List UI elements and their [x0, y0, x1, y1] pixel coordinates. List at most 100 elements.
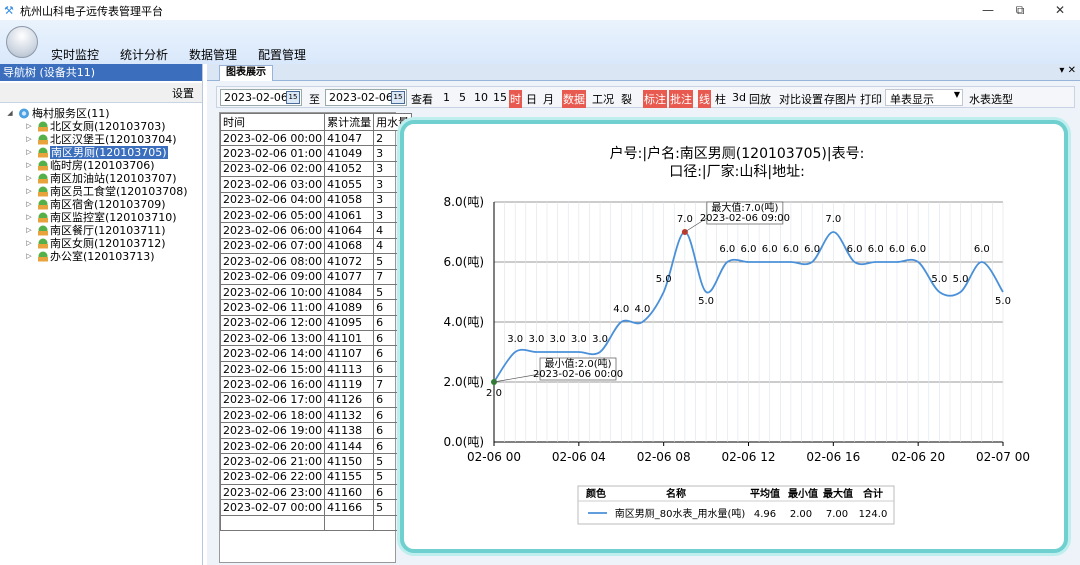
expand-arrow-icon[interactable]: ▷	[24, 120, 34, 133]
app-menu-orb-icon[interactable]	[6, 26, 38, 58]
table-cell: 2023-02-06 10:00	[219, 283, 326, 301]
legend-value: 南区男厕_80水表_用水量(吨)	[615, 507, 746, 520]
table-row[interactable]: 2023-02-06 04:00 41058 3	[219, 191, 413, 208]
table-cell: 2023-02-06 21:00	[219, 453, 326, 470]
menu-data-management[interactable]: 数据管理	[189, 46, 237, 63]
table-row[interactable]: 2023-02-07 00:00 41166 5	[219, 499, 413, 516]
table-row[interactable]: 2023-02-06 07:00 41068 4	[219, 237, 413, 255]
table-cell: 2023-02-06 11:00	[219, 299, 326, 316]
annotate-button[interactable]: 批注	[669, 90, 693, 108]
column-header[interactable]: 累计流量	[324, 113, 375, 131]
tree-item-device[interactable]: ▷ 南区男厕(120103705)	[0, 146, 202, 159]
condition-button[interactable]: 工况	[592, 91, 614, 107]
table-row[interactable]: 2023-02-06 06:00 41064 4	[219, 222, 413, 239]
table-row[interactable]: 2023-02-06 10:00 41084 5	[219, 283, 413, 301]
expand-arrow-icon[interactable]: ▷	[24, 133, 34, 146]
table-row[interactable]: 2023-02-06 14:00 41107 6	[219, 345, 413, 362]
table-row[interactable]: 2023-02-06 00:00 41047 2	[219, 129, 413, 147]
tree-item-device[interactable]: ▷ 南区加油站(120103707)	[0, 172, 202, 185]
annotation-line2: 2023-02-06 00:00	[533, 369, 623, 380]
interval-5-button[interactable]: 5	[459, 91, 466, 104]
table-row[interactable]: 2023-02-06 09:00 41077 7	[219, 268, 413, 285]
tree-item-device[interactable]: ▷ 南区监控室(120103710)	[0, 211, 202, 224]
label-button[interactable]: 标注	[643, 90, 667, 108]
interval-day-button[interactable]: 日	[526, 91, 537, 107]
tab-chart-display[interactable]: 图表展示	[219, 65, 273, 81]
tree-item-device[interactable]: ▷ 北区女厕(120103703)	[0, 120, 202, 133]
table-cell: 41068	[324, 237, 375, 255]
expand-arrow-icon[interactable]: ▷	[24, 185, 34, 198]
y-tick-label: 8.0(吨)	[444, 195, 484, 209]
table-cell: 2023-02-06 15:00	[219, 360, 326, 378]
bar-chart-button[interactable]: 柱	[715, 91, 726, 107]
settings-button[interactable]: 设置	[172, 85, 194, 101]
table-row[interactable]: 2023-02-06 11:00 41089 6	[219, 299, 413, 316]
interval-month-button[interactable]: 月	[543, 91, 554, 107]
tree-item-device[interactable]: ▷ 南区员工食堂(120103708)	[0, 185, 202, 198]
menu-statistics[interactable]: 统计分析	[120, 46, 168, 63]
table-row[interactable]: 2023-02-06 17:00 41126 6	[219, 391, 413, 409]
tree-item-device[interactable]: ▷ 办公室(120103713)	[0, 250, 202, 263]
save-image-button[interactable]: 存图片	[824, 91, 857, 107]
print-button[interactable]: 打印	[860, 91, 882, 107]
menu-config-management[interactable]: 配置管理	[258, 46, 306, 63]
query-button[interactable]: 查看	[411, 91, 433, 107]
start-date-input[interactable]: 2023-02-06 15	[220, 89, 302, 106]
interval-1-button[interactable]: 1	[443, 91, 450, 104]
restore-button[interactable]: ⧉	[1000, 1, 1040, 19]
table-row[interactable]: 2023-02-06 12:00 41095 6	[219, 314, 413, 332]
expand-arrow-icon[interactable]: ▷	[24, 159, 34, 172]
table-row[interactable]: 2023-02-06 15:00 41113 6	[219, 360, 413, 378]
playback-button[interactable]: 回放	[749, 91, 771, 107]
interval-10-button[interactable]: 10	[474, 91, 488, 104]
table-cell: 41119	[324, 376, 375, 393]
expand-arrow-icon[interactable]: ▷	[24, 198, 34, 211]
table-row[interactable]: 2023-02-06 21:00 41150 5	[219, 453, 413, 470]
menu-realtime-monitor[interactable]: 实时监控	[51, 46, 99, 63]
table-row[interactable]: 2023-02-06 18:00 41132 6	[219, 407, 413, 424]
meter-type-button[interactable]: 水表选型	[969, 91, 1013, 107]
table-cell: 41150	[324, 453, 375, 470]
expand-arrow-icon[interactable]: ▷	[24, 146, 34, 159]
line-chart-button[interactable]: 线	[698, 90, 711, 108]
interval-15-button[interactable]: 15	[493, 91, 507, 104]
compare-settings-button[interactable]: 对比设置	[779, 91, 823, 107]
table-row[interactable]: 2023-02-06 02:00 41052 3	[219, 160, 413, 178]
tree-item-device[interactable]: ▷ 南区宿舍(120103709)	[0, 198, 202, 211]
table-row[interactable]: 2023-02-06 03:00 41055 3	[219, 176, 413, 193]
expand-arrow-icon[interactable]: ▷	[24, 224, 34, 237]
calendar-icon[interactable]: 15	[286, 91, 300, 104]
tree-root-node[interactable]: ◢ 梅村服务区(11)	[0, 107, 202, 120]
expand-arrow-icon[interactable]: ▷	[24, 172, 34, 185]
table-row[interactable]: 2023-02-06 16:00 41119 7	[219, 376, 413, 393]
table-row[interactable]: 2023-02-06 19:00 41138 6	[219, 422, 413, 439]
end-date-input[interactable]: 2023-02-06 15	[325, 89, 407, 106]
tree-item-device[interactable]: ▷ 南区餐厅(120103711)	[0, 224, 202, 237]
table-row[interactable]: 2023-02-06 22:00 41155 5	[219, 468, 413, 485]
close-button[interactable]: ✕	[1040, 1, 1080, 19]
legend-value: 7.00	[826, 509, 848, 520]
collapse-arrow-icon[interactable]: ◢	[5, 107, 15, 120]
expand-arrow-icon[interactable]: ▷	[24, 237, 34, 250]
split-button[interactable]: 裂	[621, 91, 632, 107]
tree-item-device[interactable]: ▷ 临时房(120103706)	[0, 159, 202, 172]
expand-arrow-icon[interactable]: ▷	[24, 250, 34, 263]
table-row[interactable]: 2023-02-06 23:00 41160 6	[219, 483, 413, 501]
3d-button[interactable]: 3d	[732, 91, 746, 104]
expand-arrow-icon[interactable]: ▷	[24, 211, 34, 224]
interval-hour-button[interactable]: 时	[509, 90, 522, 108]
tree-item-device[interactable]: ▷ 北区汉堡王(120103704)	[0, 133, 202, 146]
display-mode-select[interactable]: 单表显示 ▼	[885, 89, 963, 106]
table-row[interactable]: 2023-02-06 13:00 41101 6	[219, 330, 413, 347]
table-row[interactable]: 2023-02-06 20:00 41144 6	[219, 437, 413, 455]
tab-close-icon[interactable]: ▾ ✕	[1059, 65, 1076, 76]
data-button[interactable]: 数据	[562, 90, 586, 108]
table-row[interactable]: 2023-02-06 08:00 41072 5	[219, 253, 413, 270]
tree-item-label: 南区监控室(120103710)	[50, 211, 177, 224]
calendar-icon[interactable]: 15	[391, 91, 405, 104]
table-row[interactable]: 2023-02-06 05:00 41061 3	[219, 206, 413, 224]
tree-root-label: 梅村服务区(11)	[32, 107, 110, 120]
tree-item-device[interactable]: ▷ 南区女厕(120103712)	[0, 237, 202, 250]
column-header[interactable]: 时间	[219, 113, 326, 131]
table-row[interactable]: 2023-02-06 01:00 41049 3	[219, 145, 413, 162]
